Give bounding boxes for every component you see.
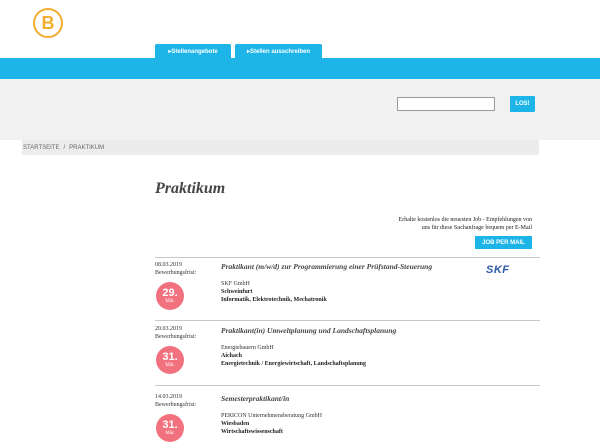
job-title-link[interactable]: Praktikant(in) Umweltplanung und Landsch… [221,326,396,335]
page-title: Praktikum [155,180,226,197]
search-input[interactable] [397,97,495,111]
deadline-month: Mär. [165,430,175,436]
job-listing: 14.03.2019 Bewerbungsfrist: 31. Mär. Sem… [155,394,540,444]
breadcrumb-separator: / [63,144,66,151]
job-per-mail-button[interactable]: JOB PER MAIL [475,236,532,249]
job-title-link[interactable]: Praktikant (m/w/d) zur Programmierung ei… [221,262,432,271]
job-fields: Informatik, Elektrotechnik, Mechatronik [221,297,327,303]
breadcrumb: STARTSEITE / PRAKTIKUM [22,140,539,155]
job-list-divider [155,385,540,386]
job-location: Schweinfurt [221,289,253,295]
job-location: Wiesbaden [221,421,250,427]
deadline-day: 29. [162,286,178,299]
deadline-month: Mär. [165,362,175,368]
deadline-day: 31. [162,350,178,363]
job-date: 14.03.2019 [155,394,182,400]
job-list-divider [155,320,540,321]
job-listing: 08.03.2019 Bewerbungsfrist: 29. Mär. Pra… [155,262,540,326]
deadline-label: Bewerbungsfrist: [155,270,197,276]
job-company: PERICON Unternehmensberatung GmbH [221,413,322,419]
job-alert-text-line-1: Erhalte kostenlos die neuesten Job - Emp… [398,217,532,223]
job-company: Energiebauern GmbH [221,345,274,351]
job-location: Aichach [221,353,242,359]
nav-bar [0,58,600,79]
main-nav-tabs: ▸Stellenangebote ▸Stellen ausschreiben [155,44,322,59]
job-fields: Energietechnik / Energiewirtschaft, Land… [221,361,367,367]
job-alert-text-line-2: uns für diese Suchanfrage bequem per E-M… [421,225,532,231]
search-button[interactable]: LOS! [510,96,535,112]
site-logo[interactable]: B [33,8,63,38]
breadcrumb-home-link[interactable]: STARTSEITE [23,145,59,151]
job-title-link[interactable]: Semesterpraktikant/in [221,394,289,403]
job-date: 08.03.2019 [155,262,182,268]
deadline-label: Bewerbungsfrist: [155,334,197,340]
job-fields: Wirtschaftswissenschaft [221,429,283,435]
deadline-badge: 29. Mär. [156,282,184,310]
logo-glyph: B [41,13,55,33]
job-company: SKF GmbH [221,281,250,287]
deadline-label: Bewerbungsfrist: [155,402,197,408]
deadline-day: 31. [162,418,178,431]
job-date: 20.03.2019 [155,326,182,332]
breadcrumb-current: PRAKTIKUM [69,144,105,151]
job-listing: 20.03.2019 Bewerbungsfrist: 31. Mär. Pra… [155,326,540,390]
job-list-divider [155,257,540,258]
deadline-badge: 31. Mär. [156,346,184,374]
tab-stellenangebote[interactable]: ▸Stellenangebote [155,44,231,59]
deadline-month: Mär. [165,298,175,304]
company-logo: SKF [486,264,510,276]
search-area: LOS! [0,79,600,140]
tab-stellen-ausschreiben[interactable]: ▸Stellen ausschreiben [235,44,322,59]
job-alert-text: Erhalte kostenlos die neuesten Job - Emp… [352,216,532,232]
deadline-badge: 31. Mär. [156,414,184,442]
